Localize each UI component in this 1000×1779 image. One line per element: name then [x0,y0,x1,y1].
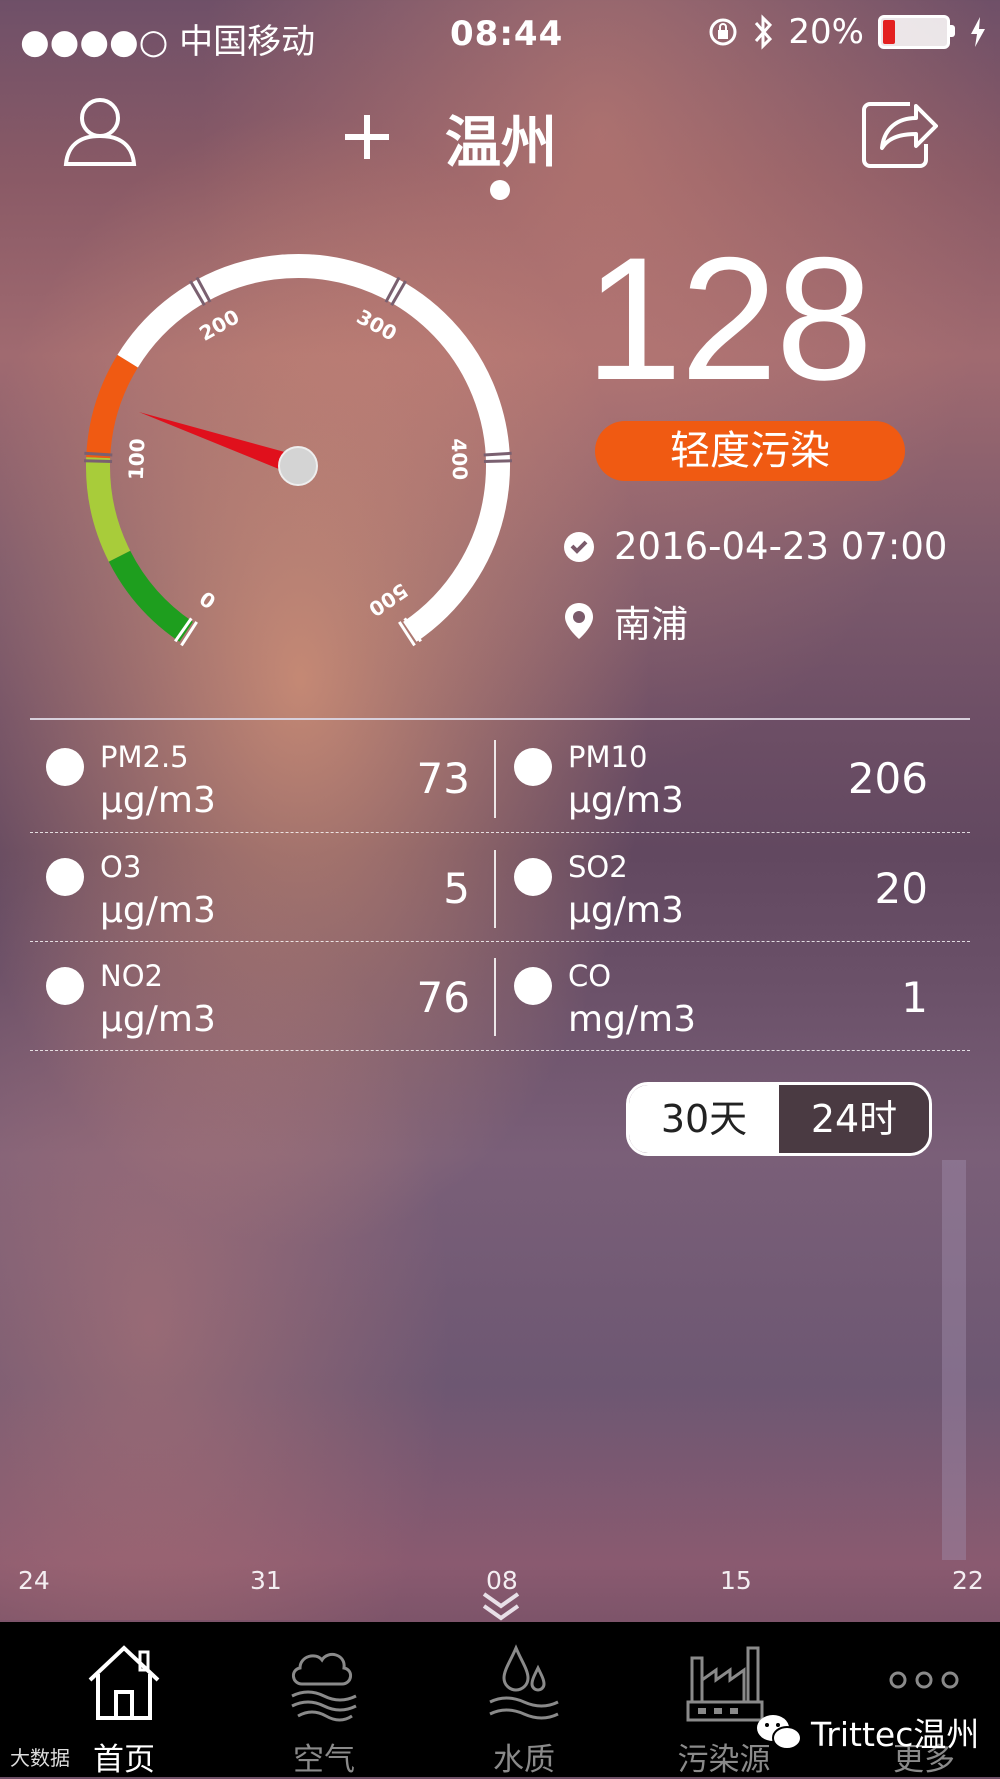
pollutant-name: O3 [100,850,142,884]
gauge-tick [483,459,512,463]
pollutant-bullet-icon [514,967,552,1005]
gauge-tick [483,451,512,457]
pollutant-unit: µg/m3 [568,890,684,931]
gauge-tick-label: 200 [195,304,243,345]
add-city-icon[interactable] [345,115,389,159]
period-toggle[interactable]: 30天 24时 [626,1082,932,1156]
battery-percent: 20% [788,12,864,52]
pollutant-value: 206 [847,754,928,803]
water-icon [489,1644,559,1720]
pollutant-cell-no2[interactable]: NO2 µg/m3 76 [30,943,490,1051]
share-icon[interactable] [858,92,938,172]
air-icon [291,1652,357,1722]
charging-icon [971,17,985,47]
toggle-30-days[interactable]: 30天 [629,1085,779,1153]
gauge-tick [84,459,113,463]
gauge-tick [84,451,113,457]
gauge-segment-light [86,354,138,459]
battery-icon [878,15,955,49]
timestamp-row: 2016-04-23 07:00 [562,525,947,568]
column-divider [494,740,496,818]
pollutant-name: CO [568,959,612,993]
pollutant-cell-o3[interactable]: O3 µg/m3 5 [30,834,490,942]
pollutant-bullet-icon [46,858,84,896]
x-axis-label: 31 [250,1566,282,1595]
pollutant-cell-pm10[interactable]: PM10 µg/m3 206 [498,724,958,832]
x-axis-label: 15 [720,1566,752,1595]
tab-label: 水质 [493,1742,555,1778]
pollutant-cell-pm25[interactable]: PM2.5 µg/m3 73 [30,724,490,832]
gauge-hub [278,446,318,486]
pollutant-cell-so2[interactable]: SO2 µg/m3 20 [498,834,958,942]
row-divider [30,941,970,942]
gauge-segment-moderate [86,457,131,562]
clock-icon [564,531,594,562]
pollutant-value: 20 [874,864,928,913]
column-divider [494,958,496,1036]
aqi-value: 128 [585,222,873,417]
tab-air[interactable]: 空气 [234,1622,414,1778]
gauge-needle [138,411,302,476]
tab-label: 空气 [293,1742,355,1778]
pollutant-value: 73 [416,754,470,803]
clock: 08:44 [450,14,564,54]
x-axis-label: 22 [952,1566,984,1595]
aqi-gauge: 0 100 200 300 400 500 [84,254,512,647]
pollutant-unit: µg/m3 [100,780,216,821]
rotation-lock-icon [709,18,737,46]
pollutant-value: 5 [443,864,470,913]
gauge-tick-label: 500 [364,578,412,621]
pollutant-value: 76 [416,973,470,1022]
wechat-watermark: Trittec温州 [755,1708,979,1756]
divider [30,718,970,720]
pollutant-name: NO2 [100,959,163,993]
chart-scrollbar[interactable] [942,1160,966,1560]
carrier-label: ●●●●○ 中国移动 [20,22,316,62]
aqi-level-badge: 轻度污染 [595,421,905,481]
gauge-tick-label: 0 [195,586,220,614]
status-bar: ●●●●○ 中国移动 08:44 20% [0,0,1000,70]
pollutant-name: PM2.5 [100,740,189,774]
gauge-segment-good [108,550,194,642]
page-indicator-dot [490,180,510,200]
column-divider [494,850,496,928]
pollutant-bullet-icon [514,858,552,896]
gauge-tick-label: 400 [446,438,472,481]
pollutant-bullet-icon [514,748,552,786]
pollutant-cell-co[interactable]: CO mg/m3 1 [498,943,958,1051]
pollutant-unit: mg/m3 [568,999,697,1040]
row-divider [30,832,970,833]
factory-icon [686,1646,764,1722]
gauge-tick-label: 100 [124,438,150,481]
station-name: 南浦 [614,603,688,646]
station-row[interactable]: 南浦 [562,594,688,648]
pollutant-name: SO2 [568,850,628,884]
x-axis-label: 24 [18,1566,50,1595]
pollutant-unit: µg/m3 [100,999,216,1040]
location-pin-icon [565,603,593,639]
chevron-down-icon[interactable] [480,1590,522,1622]
pollutant-bullet-icon [46,967,84,1005]
timestamp-text: 2016-04-23 07:00 [614,525,948,568]
pollutant-value: 1 [901,973,928,1022]
home-icon [88,1645,160,1720]
pollutant-unit: µg/m3 [100,890,216,931]
bluetooth-icon [755,14,773,50]
gauge-tick-label: 300 [353,304,401,345]
wechat-icon [757,1715,802,1750]
pollutant-bullet-icon [46,748,84,786]
pollutant-name: PM10 [568,740,648,774]
city-title[interactable]: 温州 [445,98,557,179]
user-icon[interactable] [62,92,138,168]
pollutant-unit: µg/m3 [568,780,684,821]
corner-watermark: 大数据 [10,1746,70,1770]
gauge-segment-remaining [117,254,510,642]
watermark-text: Trittec温州 [811,1715,980,1754]
toggle-24-hours[interactable]: 24时 [779,1085,929,1153]
row-divider [30,1050,970,1051]
tab-water[interactable]: 水质 [434,1622,614,1778]
